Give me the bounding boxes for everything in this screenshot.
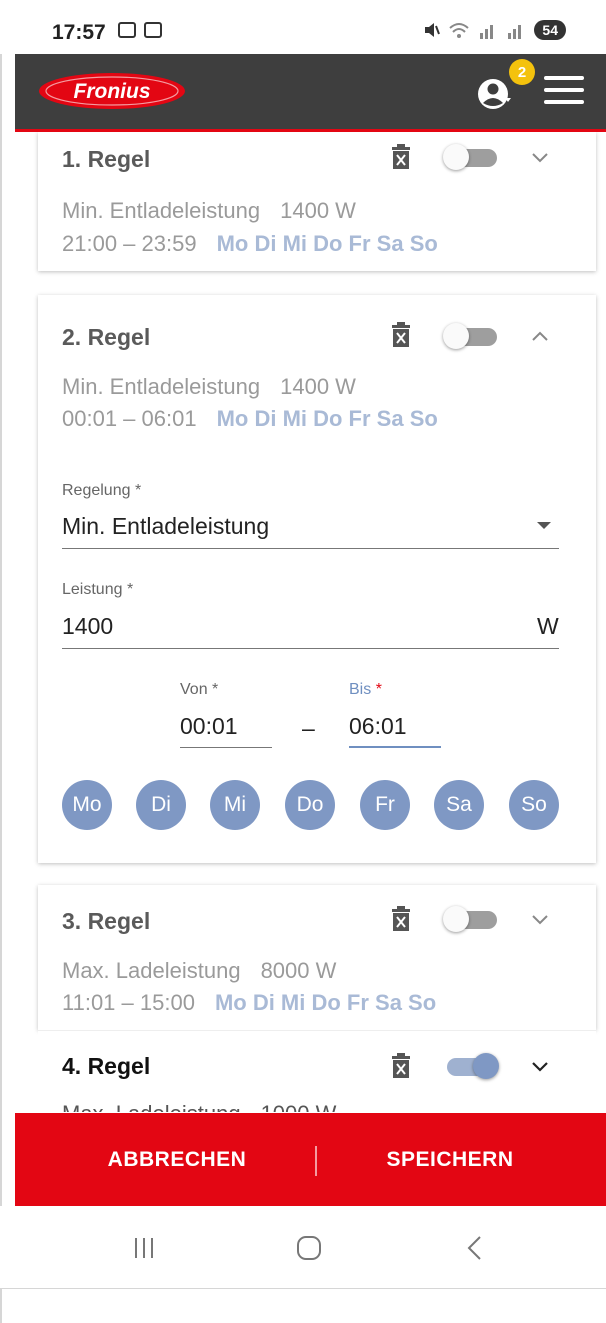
hamburger-menu-icon[interactable] [544, 76, 584, 108]
cancel-button[interactable]: ABBRECHEN [55, 1113, 299, 1206]
rule-summary-type: Max. Ladeleistung1000 W [62, 1101, 336, 1112]
leistung-input[interactable]: 1400 [62, 613, 113, 640]
delete-icon[interactable] [391, 322, 411, 348]
system-nav-bar [0, 1206, 606, 1288]
fronius-logo[interactable]: Fronius [38, 71, 186, 111]
bis-underline [349, 746, 441, 748]
svg-text:Fronius: Fronius [74, 80, 151, 103]
rule-title: 1. Regel [62, 146, 151, 172]
time-range-dash: – [302, 715, 315, 741]
notification-badge[interactable]: 2 [509, 59, 535, 85]
rules-list[interactable]: 1. Regel Min. Entladeleistung 1400 W 21:0… [15, 132, 606, 1112]
recent-apps-icon[interactable] [124, 1228, 164, 1268]
signal-icon-2 [506, 21, 526, 39]
von-underline [180, 747, 272, 748]
action-bar: ABBRECHEN SPEICHERN [15, 1113, 606, 1206]
delete-icon[interactable] [391, 144, 411, 170]
chevron-up-icon[interactable] [530, 329, 550, 343]
day-chip-fr[interactable]: Fr [360, 780, 410, 830]
home-icon[interactable] [289, 1228, 329, 1268]
rule-toggle[interactable] [443, 323, 499, 349]
chevron-down-icon[interactable] [530, 1059, 550, 1073]
status-notification-icons [118, 22, 162, 38]
day-chip-so[interactable]: So [509, 780, 559, 830]
rule-summary-type: Min. Entladeleistung 1400 W [62, 374, 356, 399]
mute-icon [425, 23, 441, 37]
app-bar: Fronius 2 [15, 54, 606, 132]
rule-summary-type: Max. Ladeleistung 8000 W [62, 958, 337, 983]
von-input[interactable]: 00:01 [180, 713, 238, 740]
von-label: Von * [180, 681, 219, 698]
rule-summary-time: 11:01 – 15:00 Mo Di Mi Do Fr Sa So [62, 990, 437, 1015]
rule-card-2: 2. Regel Min. Entladeleistung 1400 W 00:0… [38, 295, 596, 863]
delete-icon[interactable] [391, 1053, 411, 1079]
screenshot-icon [118, 22, 136, 38]
rule-toggle[interactable] [443, 1053, 499, 1079]
rule-toggle[interactable] [443, 144, 499, 170]
bis-label: Bis * [349, 681, 382, 698]
rule-card-3: 3. Regel Max. Ladeleistung 8000 W 11:01 –… [38, 885, 596, 1030]
leistung-unit: W [537, 613, 559, 639]
delete-icon[interactable] [391, 906, 411, 932]
action-separator [315, 1146, 317, 1176]
bis-input[interactable]: 06:01 [349, 713, 407, 740]
chevron-down-icon[interactable] [530, 912, 550, 926]
day-chip-mo[interactable]: Mo [62, 780, 112, 830]
day-chip-di[interactable]: Di [136, 780, 186, 830]
rule-summary-time: 00:01 – 06:01 Mo Di Mi Do Fr Sa So [62, 406, 438, 431]
signal-icon [478, 21, 498, 39]
regelung-label: Regelung * [62, 482, 142, 499]
chevron-down-icon[interactable] [530, 150, 550, 164]
rule-title: 4. Regel [62, 1053, 151, 1079]
day-chip-sa[interactable]: Sa [434, 780, 484, 830]
gallery-icon [144, 22, 162, 38]
frame-edge-bottom [0, 1288, 606, 1289]
day-chip-mi[interactable]: Mi [210, 780, 260, 830]
wifi-icon [449, 23, 470, 38]
regelung-select[interactable]: Min. Entladeleistung [62, 513, 269, 540]
frame-edge [0, 0, 2, 1323]
rule-summary-type: Min. Entladeleistung 1400 W [62, 198, 356, 223]
rule-title: 2. Regel [62, 324, 151, 350]
dropdown-arrow-icon[interactable] [537, 522, 551, 529]
leistung-underline [62, 648, 559, 649]
status-time: 17:57 [52, 21, 106, 44]
day-chip-do[interactable]: Do [285, 780, 335, 830]
regelung-underline [62, 548, 559, 549]
leistung-label: Leistung * [62, 581, 134, 598]
rule-card-1: 1. Regel Min. Entladeleistung 1400 W 21:0… [38, 132, 596, 271]
rule-card-4: 4. Regel Max. Ladeleistung1000 W [38, 1030, 596, 1112]
rule-toggle[interactable] [443, 906, 499, 932]
status-bar: 17:57 54 [0, 0, 606, 54]
status-right: 54 [422, 20, 566, 40]
battery-indicator: 54 [534, 20, 566, 40]
back-icon[interactable] [455, 1228, 495, 1268]
rule-summary-time: 21:00 – 23:59 Mo Di Mi Do Fr Sa So [62, 231, 438, 256]
account-icon[interactable] [477, 76, 513, 112]
rule-title: 3. Regel [62, 908, 151, 934]
save-button[interactable]: SPEICHERN [333, 1113, 567, 1206]
